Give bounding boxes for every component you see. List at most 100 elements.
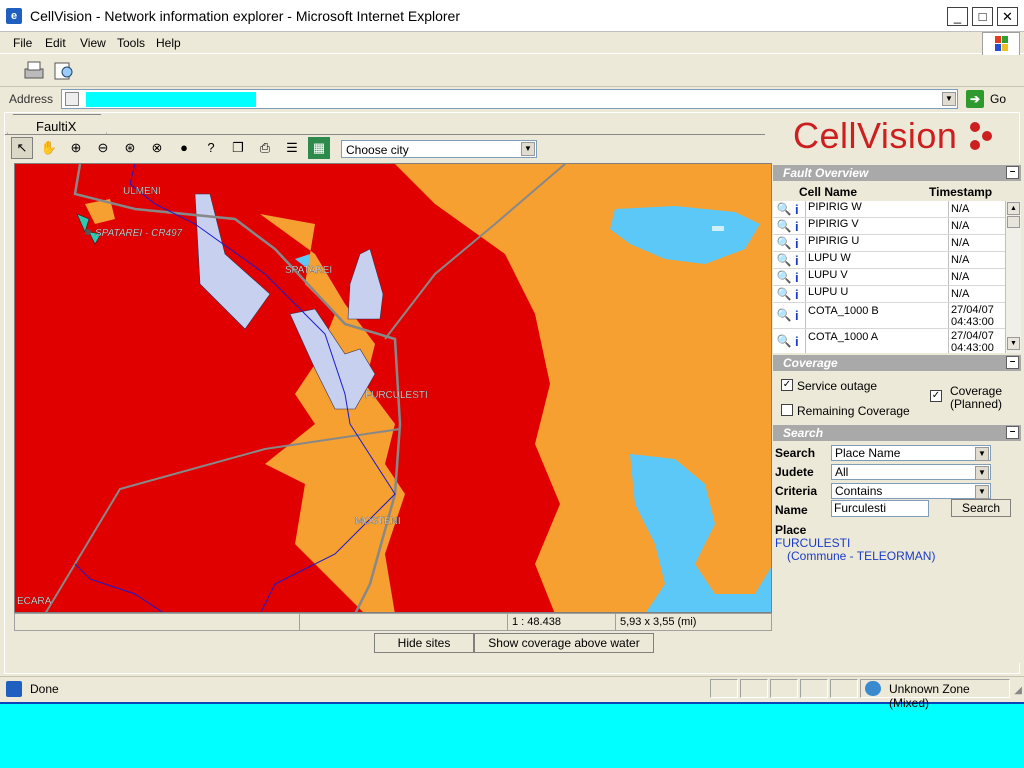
chevron-down-icon[interactable]: ▼	[521, 142, 535, 156]
browser-window: e CellVision - Network information explo…	[0, 0, 1024, 710]
info-icon[interactable]: i	[795, 202, 801, 217]
info-icon[interactable]: i	[795, 253, 801, 268]
search-type-select[interactable]: Place Name ▼	[831, 445, 991, 461]
table-row[interactable]: 🔍 i LUPU V N/A	[773, 269, 1005, 286]
zoom-previous-icon[interactable]: ⊛	[119, 137, 141, 159]
scroll-thumb[interactable]	[1007, 216, 1020, 228]
zoom-to-cell-icon[interactable]: 🔍	[776, 334, 792, 350]
table-row[interactable]: 🔍 i PIPIRIG V N/A	[773, 218, 1005, 235]
search-header: Search –	[773, 425, 1021, 441]
address-bar: Address ▼ ➔ Go	[0, 87, 1024, 111]
service-outage-checkbox[interactable]: ✓	[781, 379, 793, 391]
map-extent: 5,93 x 3,55 (mi)	[620, 616, 697, 628]
info-icon[interactable]: i	[795, 270, 801, 285]
help-icon[interactable]: ?	[200, 137, 222, 159]
close-button[interactable]: ✕	[997, 7, 1018, 26]
col-timestamp[interactable]: Timestamp	[929, 185, 992, 199]
scroll-down-icon[interactable]: ▼	[1007, 337, 1020, 350]
map-scale: 1 : 48.438	[508, 614, 616, 630]
menu-help[interactable]: Help	[156, 36, 181, 50]
coverage-map[interactable]: ULMENI SPATAREI - CR497 SPATAREI FURCULE…	[14, 163, 772, 613]
zoom-to-cell-icon[interactable]: 🔍	[776, 253, 792, 269]
chevron-down-icon[interactable]: ▼	[975, 447, 989, 461]
zoom-out-icon[interactable]: ⊖	[92, 137, 114, 159]
fault-scrollbar[interactable]: ▲ ▼	[1005, 201, 1021, 353]
tab-faultix[interactable]: FaultiX	[7, 114, 107, 135]
table-row[interactable]: 🔍 i COTA_1000 A 27/04/07 04:43:00	[773, 329, 1005, 353]
name-label: Name	[775, 503, 808, 517]
table-row[interactable]: 🔍 i PIPIRIG W N/A	[773, 201, 1005, 218]
service-outage-label: Service outage	[797, 379, 878, 393]
copy-icon[interactable]: ❐	[227, 137, 249, 159]
collapse-icon[interactable]: –	[1006, 426, 1019, 439]
show-coverage-button[interactable]: Show coverage above water	[474, 633, 654, 653]
windows-logo-icon	[982, 32, 1020, 56]
table-row[interactable]: 🔍 i COTA_1000 B 27/04/07 04:43:00	[773, 303, 1005, 329]
info-icon[interactable]: i	[795, 236, 801, 251]
minimize-button[interactable]: _	[947, 7, 968, 26]
table-row[interactable]: 🔍 i LUPU U N/A	[773, 286, 1005, 303]
circle-icon[interactable]: ●	[173, 137, 195, 159]
planned-coverage-checkbox[interactable]: ✓	[930, 390, 942, 402]
collapse-icon[interactable]: –	[1006, 166, 1019, 179]
page-done-icon	[6, 681, 22, 697]
table-row[interactable]: 🔍 i LUPU W N/A	[773, 252, 1005, 269]
zoom-to-cell-icon[interactable]: 🔍	[776, 308, 792, 324]
zoom-extent-icon[interactable]: ⊗	[146, 137, 168, 159]
collapse-icon[interactable]: –	[1006, 356, 1019, 369]
zoom-to-cell-icon[interactable]: 🔍	[776, 219, 792, 235]
menu-bar: File Edit View Tools Help	[0, 32, 1024, 54]
info-icon[interactable]: i	[795, 334, 801, 349]
zone-cell: Unknown Zone (Mixed)	[860, 679, 1010, 710]
research-icon[interactable]	[52, 59, 76, 83]
search-button[interactable]: Search	[951, 499, 1011, 517]
zoom-to-cell-icon[interactable]: 🔍	[776, 270, 792, 286]
print-icon[interactable]	[22, 59, 46, 83]
judete-select[interactable]: All ▼	[831, 464, 991, 480]
overview-map-icon[interactable]: ▦	[308, 137, 330, 159]
right-panel: Fault Overview – Cell Name Timestamp 🔍 i…	[773, 163, 1021, 663]
legend-icon[interactable]: ☰	[281, 137, 303, 159]
maximize-button[interactable]: □	[972, 7, 993, 26]
result-place-link[interactable]: FURCULESTI	[775, 536, 850, 550]
remaining-coverage-checkbox[interactable]	[781, 404, 793, 416]
go-arrow-icon: ➔	[966, 90, 984, 108]
globe-icon	[865, 681, 881, 696]
pointer-icon[interactable]: ↖	[11, 137, 33, 159]
city-select[interactable]: Choose city ▼	[341, 140, 537, 158]
chevron-down-icon[interactable]: ▼	[942, 92, 956, 106]
go-button[interactable]: ➔ Go	[966, 90, 1020, 108]
pan-icon[interactable]: ✋	[38, 137, 60, 159]
status-text: Done	[30, 682, 59, 696]
status-bar: Done Unknown Zone (Mixed) ◢	[0, 676, 1024, 710]
zoom-in-icon[interactable]: ⊕	[65, 137, 87, 159]
scroll-up-icon[interactable]: ▲	[1007, 202, 1020, 215]
info-icon[interactable]: i	[795, 219, 801, 234]
map-label-spatarei-cr497: SPATAREI - CR497	[95, 228, 183, 239]
chevron-down-icon[interactable]: ▼	[975, 485, 989, 499]
menu-file[interactable]: File	[13, 36, 32, 50]
map-label-ulmeni: ULMENI	[123, 186, 161, 197]
ie-icon: e	[6, 8, 22, 24]
info-icon[interactable]: i	[795, 287, 801, 302]
zoom-to-cell-icon[interactable]: 🔍	[776, 236, 792, 252]
menu-tools[interactable]: Tools	[117, 36, 145, 50]
resize-grip-icon[interactable]: ◢	[1014, 685, 1022, 696]
zoom-to-cell-icon[interactable]: 🔍	[776, 202, 792, 218]
hide-sites-button[interactable]: Hide sites	[374, 633, 474, 653]
table-row[interactable]: 🔍 i PIPIRIG U N/A	[773, 235, 1005, 252]
col-cell-name[interactable]: Cell Name	[799, 185, 857, 199]
result-detail: (Commune - TELEORMAN)	[787, 549, 936, 563]
printer-icon[interactable]: ⎙	[254, 137, 276, 159]
name-input[interactable]: Furculesti	[831, 500, 929, 517]
search-type-label: Search	[775, 446, 816, 460]
menu-edit[interactable]: Edit	[45, 36, 66, 50]
zoom-to-cell-icon[interactable]: 🔍	[776, 287, 792, 303]
address-input[interactable]: ▼	[61, 89, 958, 109]
criteria-select[interactable]: Contains ▼	[831, 483, 991, 499]
water-highlight	[712, 226, 724, 231]
chevron-down-icon[interactable]: ▼	[975, 466, 989, 480]
menu-view[interactable]: View	[80, 36, 106, 50]
info-icon[interactable]: i	[795, 308, 801, 323]
judete-label: Judete	[775, 465, 814, 479]
